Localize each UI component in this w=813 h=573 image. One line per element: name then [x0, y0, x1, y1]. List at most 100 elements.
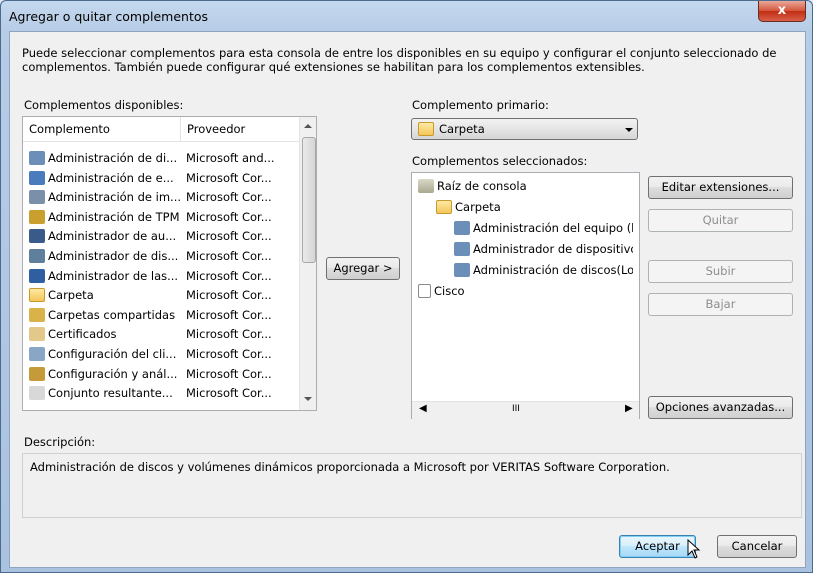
list-item[interactable]: Carpeta Microsoft Cor... — [23, 286, 299, 305]
scroll-right-arrow-icon[interactable]: ▶ — [625, 403, 633, 414]
snapin-name: Administración de TPM — [48, 209, 180, 224]
selected-snapins-label: Complementos seleccionados: — [412, 154, 588, 168]
description-text: Administración de discos y volúmenes din… — [30, 460, 670, 474]
list-item[interactable]: Conjunto resultante... Microsoft Cor... — [23, 384, 299, 403]
scroll-down-arrow-icon[interactable] — [304, 397, 312, 401]
tree-item-label: Administración de discos(Loc — [473, 263, 633, 277]
tree-item[interactable]: Carpeta — [436, 198, 633, 217]
snapin-vendor: Microsoft Cor... — [186, 170, 272, 185]
tree-item-label: Administración del equipo (lc — [473, 221, 633, 235]
tree-item[interactable]: Cisco — [418, 282, 633, 301]
primary-snapin-label: Complemento primario: — [412, 98, 549, 112]
snapin-vendor: Microsoft Cor... — [186, 386, 272, 401]
snapin-name: Administrador de dis... — [48, 249, 179, 263]
snapin-name: Administración de di... — [48, 151, 178, 165]
folder-icon — [436, 200, 452, 214]
snapin-vendor: Microsoft Cor... — [186, 307, 272, 322]
snapin-name: Administración de im... — [48, 190, 182, 205]
tree-horizontal-scrollbar[interactable]: ◀ III ▶ — [412, 401, 639, 419]
shield-icon — [29, 268, 45, 283]
device-manager-icon — [29, 249, 45, 263]
snapin-name: Carpetas compartidas — [48, 307, 176, 322]
snapin-vendor: Microsoft and... — [186, 151, 275, 165]
disk-management-icon — [29, 151, 45, 165]
list-item[interactable]: Certificados Microsoft Cor... — [23, 325, 299, 344]
snapin-name: Certificados — [48, 327, 117, 342]
dialog-body: Puede seleccionar complementos para esta… — [9, 31, 806, 568]
primary-snapin-value: Carpeta — [439, 122, 485, 136]
description-label: Descripción: — [24, 435, 96, 449]
snapin-name: Administrador de las... — [48, 268, 179, 283]
list-item[interactable]: Configuración y anál... Microsoft Cor... — [23, 365, 299, 384]
list-item[interactable]: Carpetas compartidas Microsoft Cor... — [23, 306, 299, 325]
cancel-button[interactable]: Cancelar — [717, 535, 797, 558]
snapin-vendor: Microsoft Cor... — [186, 268, 272, 283]
disk-management-icon — [454, 263, 470, 277]
folder-icon — [418, 122, 434, 136]
document-icon — [418, 284, 431, 298]
edit-extensions-button[interactable]: Editar extensiones... — [648, 176, 793, 199]
column-header-vendor[interactable]: Proveedor — [181, 117, 301, 142]
move-up-button[interactable]: Subir — [648, 260, 793, 283]
snapin-name: Configuración del cli... — [48, 347, 177, 361]
list-item[interactable]: Administración de di... Microsoft and... — [23, 149, 299, 168]
snapin-name: Configuración y anál... — [48, 366, 178, 381]
snapin-vendor: Microsoft Cor... — [186, 190, 272, 205]
description-box: Administración de discos y volúmenes din… — [22, 453, 802, 518]
snapin-name: Administrador de au... — [48, 229, 177, 244]
snapin-name: Conjunto resultante... — [48, 386, 173, 401]
available-vertical-scrollbar[interactable] — [299, 117, 316, 410]
scroll-left-arrow-icon[interactable]: ◀ — [419, 403, 427, 414]
scroll-up-arrow-icon[interactable] — [304, 124, 312, 128]
tree-item[interactable]: Raíz de consola — [418, 177, 633, 196]
snapin-vendor: Microsoft Cor... — [186, 327, 272, 342]
snapin-vendor: Microsoft Cor... — [186, 366, 272, 381]
tree-item-label: Cisco — [434, 284, 465, 298]
snapin-vendor: Microsoft Cor... — [186, 229, 272, 244]
add-remove-snapins-dialog: Agregar o quitar complementos x Puede se… — [0, 0, 813, 573]
tree-item[interactable]: Administrador de dispositivo — [454, 240, 633, 259]
tree-item-label: Raíz de consola — [437, 179, 527, 193]
console-root-icon — [418, 179, 434, 193]
advanced-options-button[interactable]: Opciones avanzadas... — [648, 396, 793, 419]
list-item[interactable]: Configuración del cli... Microsoft Cor... — [23, 345, 299, 364]
list-item[interactable]: Administración de im... Microsoft Cor... — [23, 188, 299, 207]
column-header-snapin[interactable]: Complemento — [23, 117, 181, 142]
computer-management-icon — [454, 221, 470, 235]
dialog-title: Agregar o quitar complementos — [9, 9, 209, 24]
authorization-manager-icon — [29, 229, 45, 244]
snapin-vendor: Microsoft Cor... — [186, 347, 272, 361]
move-down-button[interactable]: Bajar — [648, 293, 793, 316]
list-item[interactable]: Administración de TPM Microsoft Cor... — [23, 208, 299, 227]
device-manager-icon — [454, 242, 470, 256]
primary-snapin-dropdown[interactable]: Carpeta — [411, 118, 638, 140]
remove-button[interactable]: Quitar — [648, 209, 793, 232]
tree-item-label: Administrador de dispositivo — [473, 242, 633, 256]
title-bar: Agregar o quitar complementos x — [1, 1, 812, 31]
security-analysis-icon — [29, 366, 45, 381]
ok-button[interactable]: Aceptar — [619, 535, 696, 558]
tree-item[interactable]: Administración del equipo (lc — [454, 219, 633, 238]
client-config-icon — [29, 347, 45, 361]
close-button[interactable]: x — [758, 1, 806, 22]
scrollbar-thumb[interactable] — [302, 137, 316, 263]
snapin-vendor: Microsoft Cor... — [186, 288, 272, 303]
available-snapins-list[interactable]: Complemento Proveedor Administración de … — [22, 116, 317, 411]
tpm-chip-icon — [29, 209, 45, 224]
selected-snapins-tree[interactable]: Raíz de consola Carpeta Administración del… — [411, 172, 640, 419]
add-button[interactable]: Agregar > — [326, 257, 400, 280]
shared-folders-icon — [29, 307, 45, 322]
folder-icon — [29, 288, 45, 303]
list-item[interactable]: Administrador de las... Microsoft Cor... — [23, 267, 299, 286]
snapin-name: Carpeta — [48, 288, 94, 303]
list-item[interactable]: Administrador de au... Microsoft Cor... — [23, 227, 299, 246]
scrollbar-grip[interactable]: III — [512, 404, 520, 414]
computer-management-icon — [29, 170, 45, 185]
certificate-icon — [29, 327, 45, 342]
tree-item[interactable]: Administración de discos(Loc — [454, 261, 633, 280]
list-item[interactable]: Administración de e... Microsoft Cor... — [23, 169, 299, 188]
list-item[interactable]: Administrador de dis... Microsoft Cor... — [23, 247, 299, 266]
print-management-icon — [29, 190, 45, 205]
mouse-cursor-icon — [687, 539, 701, 559]
available-snapins-label: Complementos disponibles: — [24, 98, 184, 112]
